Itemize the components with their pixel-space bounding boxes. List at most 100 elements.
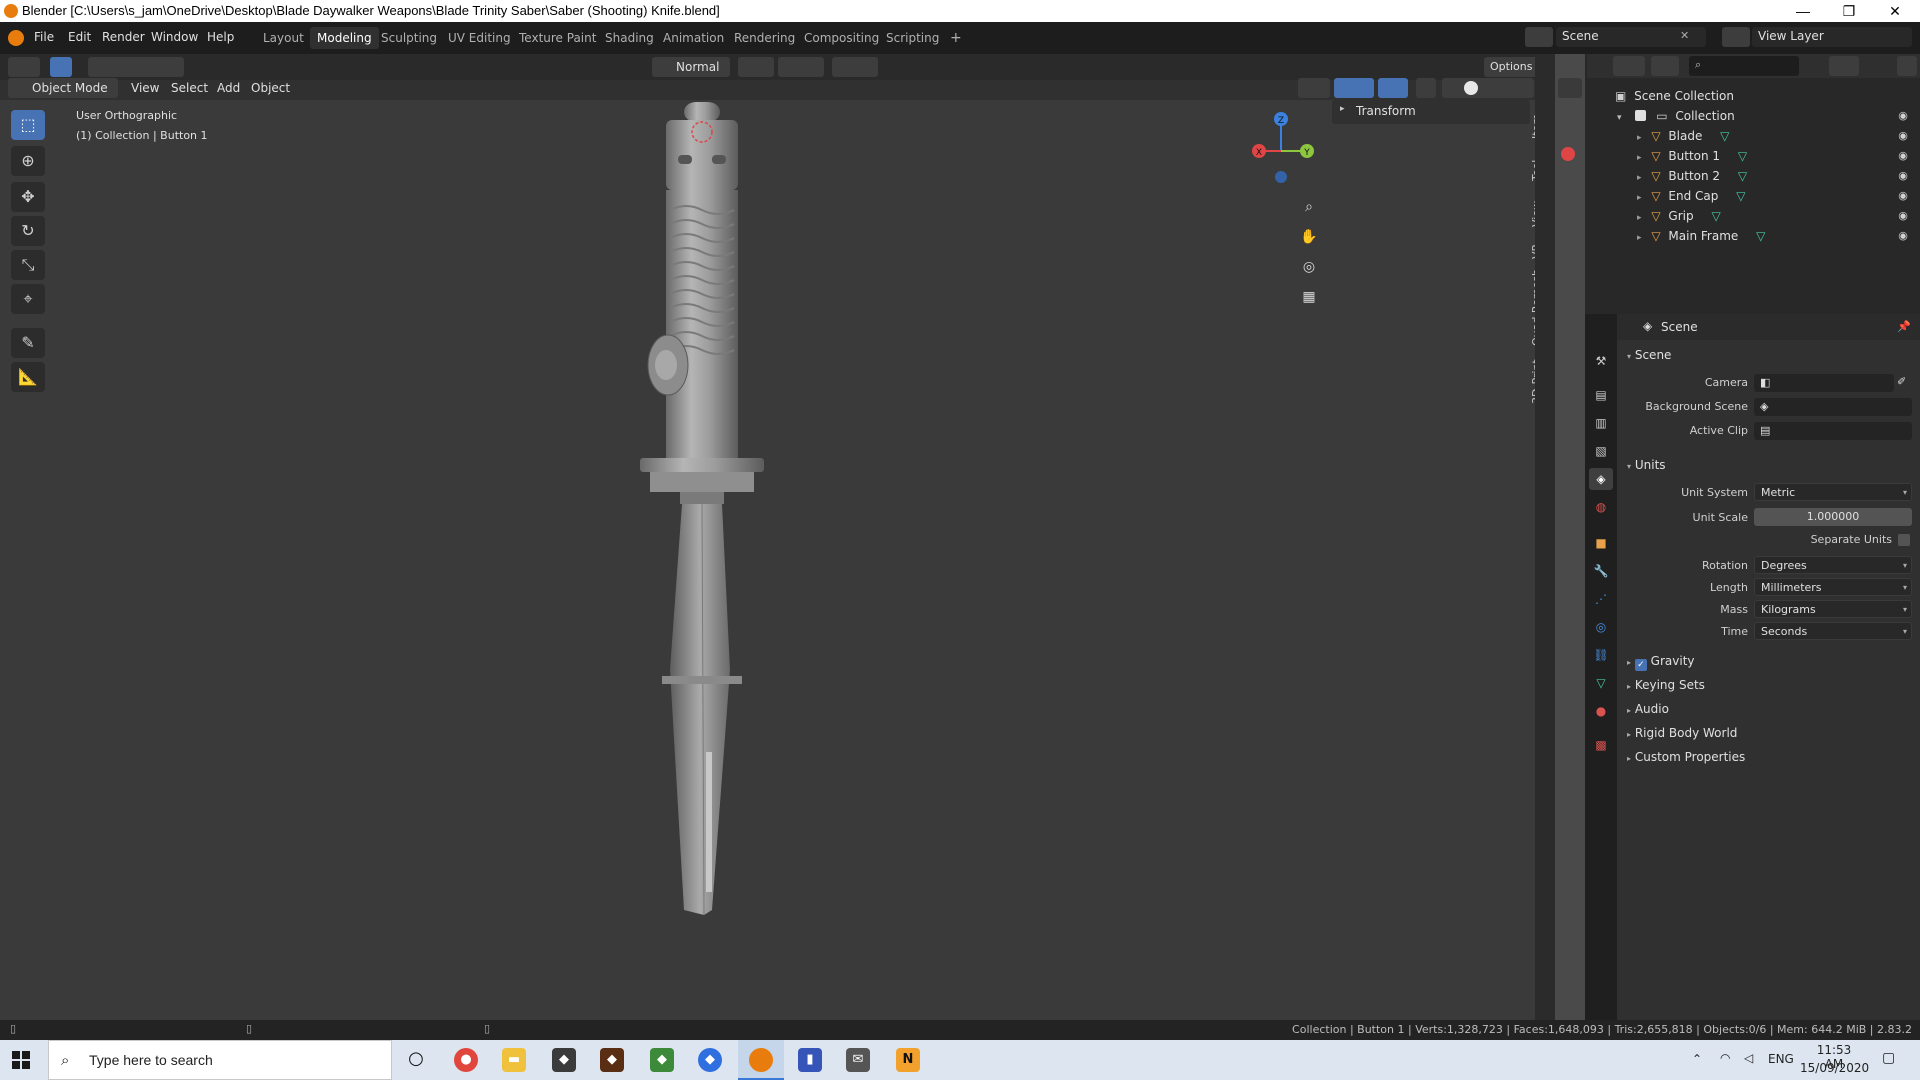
app-icon[interactable]: ◆: [600, 1048, 624, 1072]
tray-chevron-icon[interactable]: ⌃: [1692, 1052, 1702, 1066]
chevron-right-icon[interactable]: ▸: [1637, 193, 1642, 203]
file-explorer-icon[interactable]: ▬: [502, 1048, 526, 1072]
snap-icon[interactable]: [778, 57, 824, 77]
gizmo-toggle-icon[interactable]: [1334, 78, 1374, 98]
gravity-checkbox[interactable]: ✓: [1634, 659, 1647, 671]
tab-layout[interactable]: Layout: [256, 27, 311, 49]
select-box-icon[interactable]: [50, 57, 72, 77]
knife-model[interactable]: [620, 100, 780, 920]
physics-tab-icon[interactable]: ◎: [1589, 616, 1613, 638]
texture-tab-icon[interactable]: ▩: [1589, 734, 1613, 756]
mail-icon[interactable]: ✉: [846, 1048, 870, 1072]
chrome-icon[interactable]: ●: [454, 1048, 478, 1072]
close-button[interactable]: ✕: [1872, 0, 1918, 22]
menu-add[interactable]: Add: [217, 78, 240, 98]
menu-render[interactable]: Render: [102, 30, 145, 44]
restore-button[interactable]: ❐: [1826, 0, 1872, 22]
app-icon[interactable]: ◆: [698, 1048, 722, 1072]
3d-viewport[interactable]: User Orthographic (1) Collection | Butto…: [0, 100, 1543, 1020]
eye-icon[interactable]: ◉: [1895, 146, 1911, 166]
app-icon[interactable]: ▮: [798, 1048, 822, 1072]
shading-mode-buttons[interactable]: [1442, 78, 1534, 98]
outliner-search-input[interactable]: ⌕: [1689, 56, 1799, 76]
visibility-icon[interactable]: [1298, 78, 1330, 98]
mass-dropdown[interactable]: Kilograms ▾: [1754, 600, 1912, 618]
add-workspace-button[interactable]: +: [943, 27, 969, 49]
scene-close-icon[interactable]: ✕: [1680, 29, 1689, 42]
scene-type-icon[interactable]: [1525, 27, 1553, 47]
transform-tool-icon[interactable]: ⌖: [11, 284, 45, 314]
navigation-gizmo[interactable]: Z Y X: [1245, 105, 1315, 185]
render-tab-icon[interactable]: ▤: [1589, 384, 1613, 406]
cortana-icon[interactable]: ○: [404, 1048, 428, 1072]
mode-dropdown[interactable]: Object Mode: [8, 78, 118, 98]
pan-hand-icon[interactable]: ✋: [1296, 224, 1322, 250]
view-layer-tab-icon[interactable]: ▧: [1589, 440, 1613, 462]
unit-system-dropdown[interactable]: Metric ▾: [1754, 483, 1912, 501]
section-audio[interactable]: ▸ Audio: [1627, 702, 1669, 716]
rotation-dropdown[interactable]: Degrees ▾: [1754, 556, 1912, 574]
active-clip-field[interactable]: ▤: [1754, 422, 1912, 440]
pin-icon[interactable]: 📌: [1897, 320, 1911, 333]
wifi-icon[interactable]: ◠: [1720, 1051, 1730, 1065]
measure-tool-icon[interactable]: 📐: [11, 362, 45, 392]
chevron-down-icon[interactable]: ▾: [1617, 113, 1622, 123]
camera-view-icon[interactable]: ◎: [1296, 254, 1322, 280]
transform-orientation-dropdown[interactable]: Normal: [652, 57, 730, 77]
menu-window[interactable]: Window: [151, 30, 198, 44]
world-tab-icon[interactable]: ◍: [1589, 496, 1613, 518]
notifications-icon[interactable]: ▢: [1882, 1050, 1895, 1066]
chevron-right-icon[interactable]: ▸: [1637, 213, 1642, 223]
eye-icon[interactable]: ◉: [1895, 106, 1911, 126]
object-tab-icon[interactable]: ■: [1589, 532, 1613, 554]
language-indicator[interactable]: ENG: [1768, 1052, 1794, 1066]
separate-units-checkbox[interactable]: [1898, 534, 1910, 546]
blender-taskbar-button[interactable]: [738, 1040, 784, 1080]
section-rigid-body-world[interactable]: ▸ Rigid Body World: [1627, 726, 1737, 740]
outliner-row-object[interactable]: ▸ ▽ Button 1 ▽ ◉: [1637, 146, 1917, 166]
xray-icon[interactable]: [1416, 78, 1436, 98]
outliner-row-object[interactable]: ▸ ▽ End Cap ▽ ◉: [1637, 186, 1917, 206]
section-units[interactable]: ▾ Units: [1627, 458, 1666, 472]
particles-tab-icon[interactable]: ⋰: [1589, 588, 1613, 610]
new-collection-icon[interactable]: [1897, 56, 1917, 76]
view-layer-selector[interactable]: View Layer: [1752, 27, 1912, 47]
time-dropdown[interactable]: Seconds ▾: [1754, 622, 1912, 640]
eye-icon[interactable]: ◉: [1895, 166, 1911, 186]
eye-icon[interactable]: ◉: [1895, 206, 1911, 226]
chevron-right-icon[interactable]: ▸: [1637, 173, 1642, 183]
filter-icon[interactable]: [1651, 56, 1679, 76]
rotate-tool-icon[interactable]: ↻: [11, 216, 45, 246]
tab-rendering[interactable]: Rendering: [727, 27, 802, 49]
eyedropper-icon[interactable]: ✐: [1897, 375, 1906, 388]
menu-edit[interactable]: Edit: [68, 30, 91, 44]
blender-menu-icon[interactable]: [8, 30, 24, 46]
outliner-row-object[interactable]: ▸ ▽ Button 2 ▽ ◉: [1637, 166, 1917, 186]
cursor-tool-icon[interactable]: ⊕: [11, 146, 45, 176]
transform-panel-header[interactable]: ▸ Transform: [1332, 100, 1530, 124]
menu-select[interactable]: Select: [171, 78, 208, 98]
section-scene[interactable]: ▾ Scene: [1627, 348, 1671, 362]
eye-icon[interactable]: ◉: [1895, 186, 1911, 206]
view-layer-icon[interactable]: [1722, 27, 1750, 47]
overlay-toggle-icon[interactable]: [1378, 78, 1408, 98]
section-gravity[interactable]: ▸ ✓ Gravity: [1627, 654, 1695, 671]
camera-field[interactable]: ◧: [1754, 374, 1894, 392]
zoom-icon[interactable]: ⌕: [1296, 194, 1322, 220]
editor-type-icon[interactable]: [8, 57, 40, 77]
chevron-right-icon[interactable]: ▸: [1637, 153, 1642, 163]
solid-shading-icon[interactable]: [1464, 81, 1478, 95]
unit-scale-field[interactable]: 1.000000: [1754, 508, 1912, 526]
eye-icon[interactable]: ◉: [1895, 226, 1911, 246]
material-tab-icon[interactable]: ●: [1589, 700, 1613, 722]
tab-scripting[interactable]: Scripting: [879, 27, 946, 49]
proportional-edit-icon[interactable]: [832, 57, 878, 77]
minimize-button[interactable]: —: [1780, 0, 1826, 22]
scene-selector[interactable]: Scene ✕: [1556, 27, 1706, 47]
output-tab-icon[interactable]: ▥: [1589, 412, 1613, 434]
menu-view[interactable]: View: [131, 78, 159, 98]
tool-tab-icon[interactable]: ⚒: [1589, 350, 1613, 372]
move-tool-icon[interactable]: ✥: [11, 182, 45, 212]
chevron-right-icon[interactable]: ▸: [1637, 133, 1642, 143]
clock-date[interactable]: 15/09/2020: [1800, 1061, 1869, 1075]
